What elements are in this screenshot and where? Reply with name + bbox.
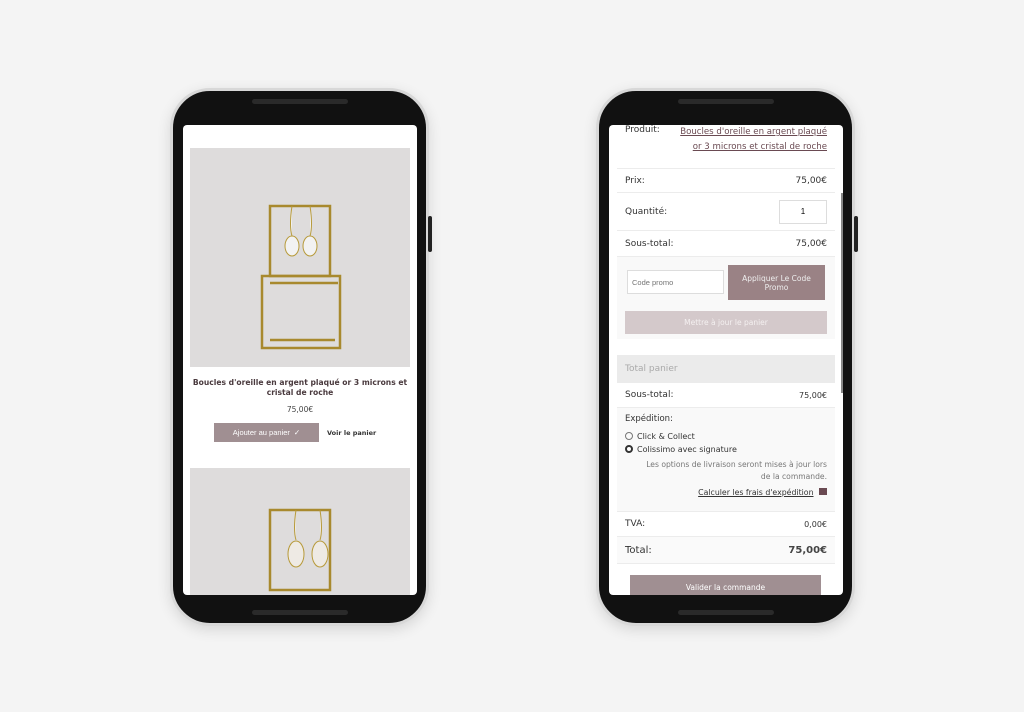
phone-cart: Produit: Boucles d'oreille en argent pla… xyxy=(596,88,858,626)
radio-button[interactable] xyxy=(625,432,633,440)
shipping-note: Les options de livraison seront mises à … xyxy=(646,460,827,481)
tva-row: TVA: 0,00€ xyxy=(617,512,835,537)
totals-title: Total panier xyxy=(617,355,835,383)
speaker xyxy=(251,99,348,104)
product-label: Produit: xyxy=(625,125,660,135)
product-image[interactable] xyxy=(190,468,410,595)
checkout-button[interactable]: Valider la commande xyxy=(630,575,821,595)
check-icon: ✓ xyxy=(293,428,301,437)
tva-label: TVA: xyxy=(625,519,646,529)
price-label: Prix: xyxy=(625,175,645,186)
view-cart-link[interactable]: Voir le panier xyxy=(327,429,376,437)
shipping-option-colissimo[interactable]: Colissimo avec signature xyxy=(625,445,827,454)
product-title[interactable]: Boucles d'oreille en argent plaqué or 3 … xyxy=(191,378,409,398)
speaker xyxy=(677,610,774,615)
total-value: 75,00€ xyxy=(788,544,827,556)
side-button xyxy=(854,216,858,252)
radio-button-selected[interactable] xyxy=(625,445,633,453)
product-image[interactable] xyxy=(190,148,410,367)
quantity-row: Quantité: xyxy=(617,193,835,231)
update-cart-button[interactable]: Mettre à jour le panier xyxy=(625,311,827,334)
product-row: Produit: Boucles d'oreille en argent pla… xyxy=(617,125,835,169)
calc-shipping-link[interactable]: Calculer les frais d'expédition xyxy=(698,488,813,497)
totals-subtotal-label: Sous-total: xyxy=(625,390,674,400)
product-screen: Boucles d'oreille en argent plaqué or 3 … xyxy=(183,125,417,595)
scrollbar[interactable] xyxy=(841,193,843,393)
product-link[interactable]: Boucles d'oreille en argent plaqué or 3 … xyxy=(680,125,827,155)
totals-subtotal-value: 75,00€ xyxy=(799,390,827,400)
apply-promo-button[interactable]: Appliquer Le Code Promo xyxy=(728,265,825,300)
shipping-label: Expédition: xyxy=(625,414,673,424)
speaker xyxy=(251,610,348,615)
tva-value: 0,00€ xyxy=(804,519,827,529)
calc-shipping: Calculer les frais d'expédition xyxy=(625,488,827,497)
subtotal-row: Sous-total: 75,00€ xyxy=(617,231,835,257)
speaker xyxy=(677,99,774,104)
total-label: Total: xyxy=(625,544,652,556)
total-row: Total: 75,00€ xyxy=(617,537,835,564)
product-price: 75,00€ xyxy=(286,405,314,414)
add-to-cart-label: Ajouter au panier xyxy=(232,428,290,437)
option-label: Click & Collect xyxy=(637,432,695,441)
cart-screen: Produit: Boucles d'oreille en argent pla… xyxy=(609,125,843,595)
truck-icon xyxy=(819,488,827,495)
price-row: Prix: 75,00€ xyxy=(617,169,835,193)
phone-product: Boucles d'oreille en argent plaqué or 3 … xyxy=(170,88,432,626)
option-label: Colissimo avec signature xyxy=(637,445,737,454)
price-value: 75,00€ xyxy=(795,175,828,186)
shipping-section: Expédition: Click & Collect Colissimo av… xyxy=(617,408,835,512)
subtotal-value: 75,00€ xyxy=(795,238,828,249)
quantity-input[interactable] xyxy=(779,199,827,224)
totals-subtotal-row: Sous-total: 75,00€ xyxy=(617,383,835,408)
promo-code-input[interactable] xyxy=(627,270,724,294)
subtotal-label: Sous-total: xyxy=(625,238,674,249)
side-button xyxy=(428,216,432,252)
shipping-option-click-collect[interactable]: Click & Collect xyxy=(625,432,827,441)
add-to-cart-button[interactable]: Ajouter au panier ✓ xyxy=(214,423,319,442)
quantity-label: Quantité: xyxy=(625,206,668,217)
